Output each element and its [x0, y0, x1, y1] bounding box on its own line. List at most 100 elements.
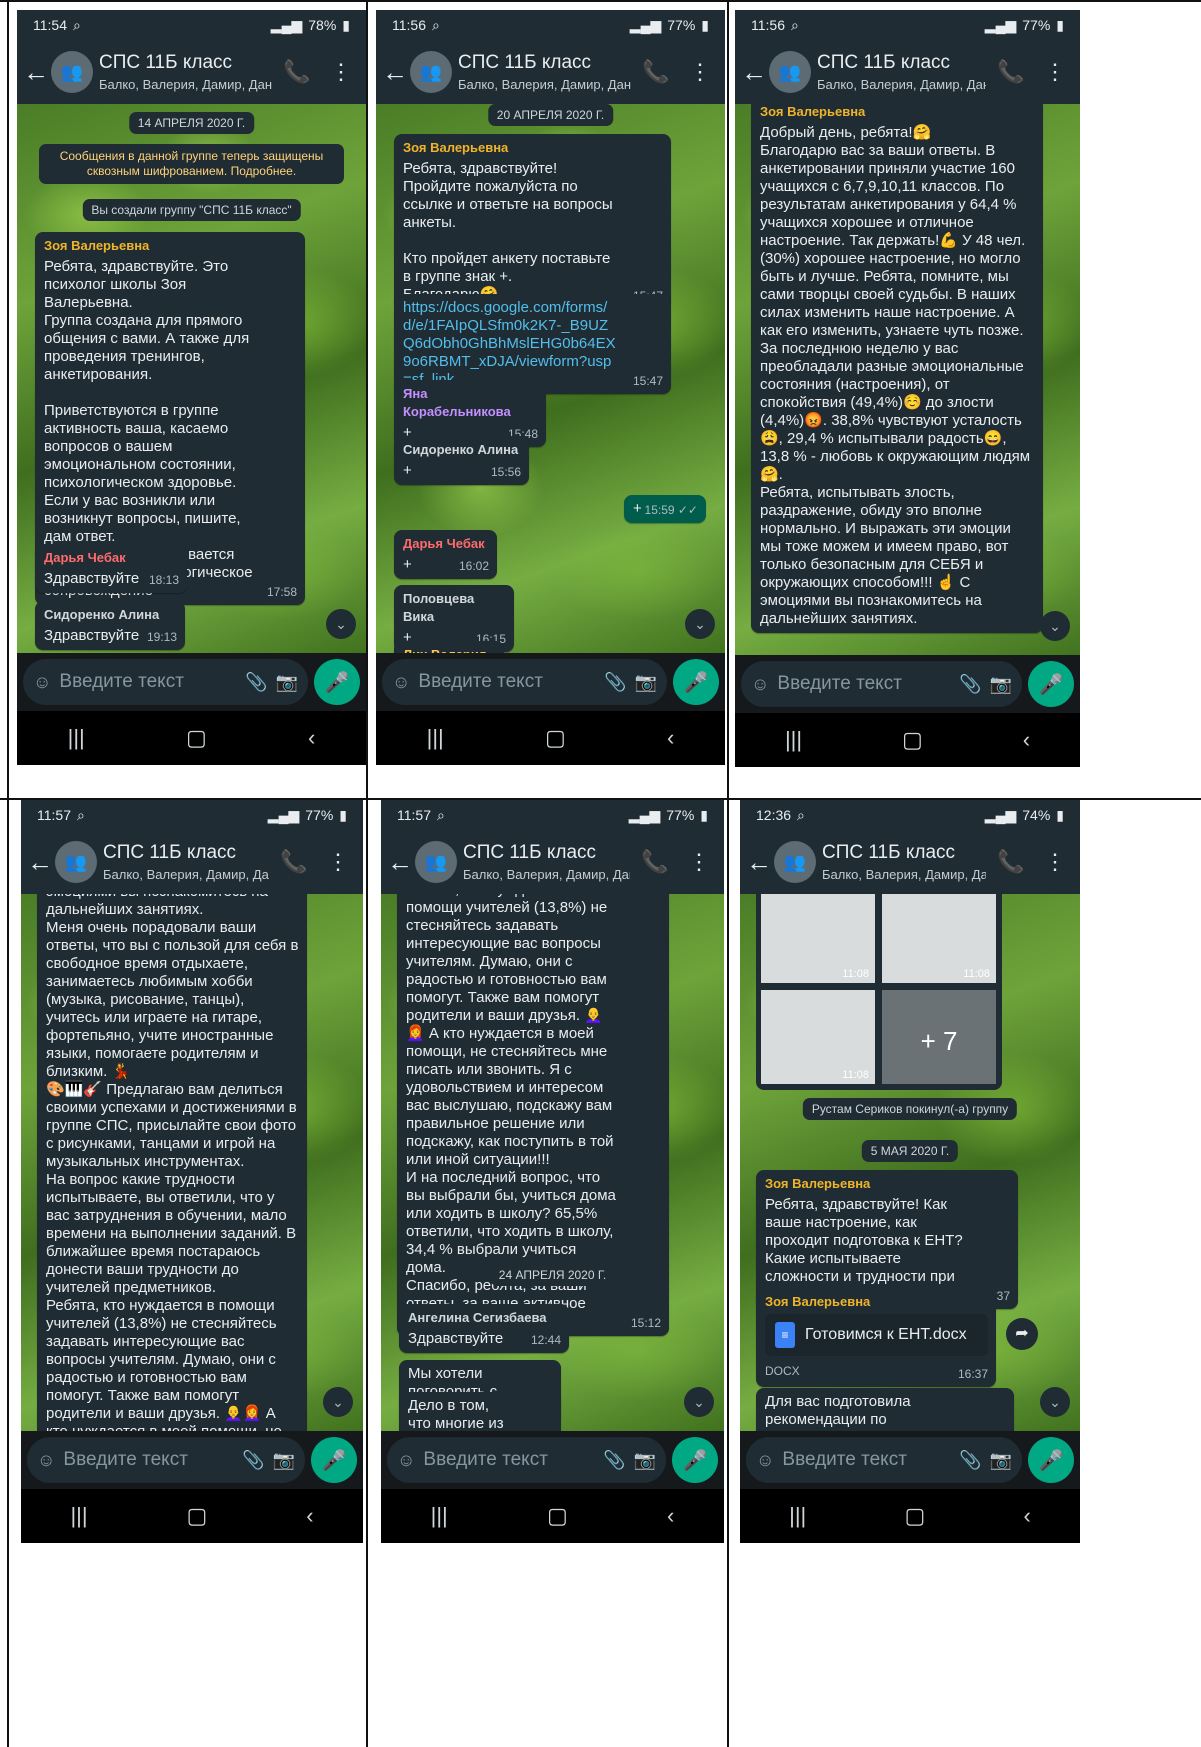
attach-icon[interactable]: 📎 — [604, 672, 626, 693]
group-avatar-icon[interactable]: 👥 — [415, 841, 457, 883]
back-arrow-icon[interactable]: ← — [741, 57, 767, 88]
encryption-notice[interactable]: Сообщения в данной группе теперь защищен… — [39, 144, 344, 184]
scroll-down-icon[interactable]: ⌄ — [323, 1387, 353, 1417]
sender-name[interactable]: Дарья Чебак — [403, 535, 489, 553]
sender-name[interactable]: Зоя Валерьевна — [765, 1293, 988, 1311]
chat-area[interactable]: 20 АПРЕЛЯ 2020 Г. Зоя Валерьевна Ребята, з… — [376, 104, 725, 653]
chat-area[interactable]: 11:08 11:08 11:08 + 7 Рустам Сериков покинул… — [740, 894, 1080, 1431]
sender-name[interactable]: Зоя Валерьевна — [44, 237, 297, 255]
nav-home-icon[interactable]: ▢ — [905, 1503, 926, 1529]
camera-icon[interactable]: 📷 — [990, 1450, 1012, 1471]
back-arrow-icon[interactable]: ← — [27, 847, 53, 878]
more-vert-icon[interactable]: ⋮ — [322, 59, 360, 85]
document-attachment[interactable]: ≡ Готовимся к ЕНТ.docx — [765, 1314, 988, 1356]
chat-area[interactable]: 14 АПРЕЛЯ 2020 Г. Сообщения в данной груп… — [17, 104, 366, 653]
camera-icon[interactable]: 📷 — [635, 672, 657, 693]
group-avatar-icon[interactable]: 👥 — [410, 51, 452, 93]
back-arrow-icon[interactable]: ← — [23, 57, 49, 88]
message-input[interactable]: ☺ Введите текст 📎 📷 — [27, 1437, 305, 1483]
group-avatar-icon[interactable]: 👥 — [51, 51, 93, 93]
photo-thumbnail[interactable]: 11:08 — [880, 894, 998, 985]
nav-back-icon[interactable]: ‹ — [306, 1503, 313, 1529]
message-bubble[interactable]: Зоя Валерьевна Добрый день, ребята!🤗 Благ… — [751, 104, 1043, 633]
message-bubble[interactable]: Дарья Чебак Здравствуйте 18:13 — [35, 544, 187, 593]
nav-recent-icon[interactable]: ||| — [427, 725, 444, 751]
scroll-down-icon[interactable]: ⌄ — [684, 1387, 714, 1417]
attach-icon[interactable]: 📎 — [242, 1450, 264, 1471]
more-vert-icon[interactable]: ⋮ — [1036, 59, 1074, 85]
sender-name[interactable]: Сидоренко Алина — [44, 606, 177, 624]
chat-area[interactable]: Ребята, кто нуждается в помощи учителей … — [381, 894, 724, 1431]
attach-icon[interactable]: 📎 — [603, 1450, 625, 1471]
mic-icon[interactable]: 🎤 — [673, 659, 719, 705]
photo-album[interactable]: 11:08 11:08 11:08 + 7 — [756, 894, 1002, 1090]
nav-recent-icon[interactable]: ||| — [68, 725, 85, 751]
message-bubble[interactable]: Зоя Валерьевна Ребята, здравствуйте! Прой… — [394, 134, 671, 309]
add-call-icon[interactable]: 📞 — [992, 849, 1030, 875]
attach-icon[interactable]: 📎 — [959, 1450, 981, 1471]
message-bubble[interactable]: Для вас подготовила рекомендации по подг… — [756, 1388, 1014, 1431]
mic-icon[interactable]: 🎤 — [314, 659, 360, 705]
add-call-icon[interactable]: 📞 — [636, 849, 674, 875]
photo-thumbnail[interactable]: + 7 — [880, 988, 998, 1086]
back-arrow-icon[interactable]: ← — [387, 847, 413, 878]
back-arrow-icon[interactable]: ← — [382, 57, 408, 88]
nav-back-icon[interactable]: ‹ — [667, 725, 674, 751]
sender-name[interactable]: Яна Корабельникова — [403, 385, 538, 421]
add-call-icon[interactable]: 📞 — [637, 59, 675, 85]
add-call-icon[interactable]: 📞 — [992, 59, 1030, 85]
nav-recent-icon[interactable]: ||| — [789, 1503, 806, 1529]
more-vert-icon[interactable]: ⋮ — [680, 849, 718, 875]
chat-info[interactable]: СПС 11Б класс Балко, Валерия, Дамир, Дан… — [822, 842, 986, 882]
message-input[interactable]: ☺ Введите текст 📎 📷 — [746, 1437, 1022, 1483]
emoji-icon[interactable]: ☺ — [756, 1450, 774, 1471]
mic-icon[interactable]: 🎤 — [1028, 661, 1074, 707]
back-arrow-icon[interactable]: ← — [746, 847, 772, 878]
emoji-icon[interactable]: ☺ — [751, 674, 769, 695]
sender-name[interactable]: Зоя Валерьевна — [765, 1175, 1010, 1193]
sender-name[interactable]: Половцева Вика — [403, 590, 506, 626]
camera-icon[interactable]: 📷 — [990, 674, 1012, 695]
scroll-down-icon[interactable]: ⌄ — [1040, 611, 1070, 641]
chat-info[interactable]: СПС 11Б класс Балко, Валерия, Дамир, Дан… — [463, 842, 630, 882]
nav-back-icon[interactable]: ‹ — [1023, 727, 1030, 753]
document-message[interactable]: Зоя Валерьевна ≡ Готовимся к ЕНТ.docx DOCX ➦… — [756, 1288, 1038, 1387]
sender-name[interactable]: Ангелина Сегизбаева — [408, 1309, 561, 1327]
message-bubble[interactable]: Дарья Чебак +16:02 — [394, 530, 497, 579]
sender-name[interactable]: Лих Валерия — [403, 646, 496, 653]
link-message[interactable]: https://docs.google.com/forms/d/e/1FAIpQ… — [394, 294, 671, 394]
nav-back-icon[interactable]: ‹ — [308, 725, 315, 751]
camera-icon[interactable]: 📷 — [634, 1450, 656, 1471]
scroll-down-icon[interactable]: ⌄ — [685, 609, 715, 639]
message-bubble[interactable]: Сидоренко Алина Здравствуйте 19:13 — [35, 601, 185, 650]
chat-area[interactable]: эмоциями вы познакомитесь на дальнейших … — [21, 894, 363, 1431]
group-avatar-icon[interactable]: 👥 — [55, 841, 97, 883]
sender-name[interactable]: Сидоренко Алина — [403, 441, 521, 459]
emoji-icon[interactable]: ☺ — [37, 1450, 55, 1471]
nav-back-icon[interactable]: ‹ — [667, 1503, 674, 1529]
message-input[interactable]: ☺ Введите текст 📎 📷 — [23, 659, 308, 705]
emoji-icon[interactable]: ☺ — [33, 672, 51, 693]
message-bubble[interactable]: Дело в том, что многие из нас упорно гот… — [399, 1392, 561, 1431]
message-link[interactable]: https://docs.google.com/forms/d/e/1FAIpQ… — [403, 299, 663, 389]
message-input[interactable]: ☺ Введите текст 📎 📷 — [382, 659, 667, 705]
sender-name[interactable]: Зоя Валерьевна — [760, 104, 1035, 121]
add-call-icon[interactable]: 📞 — [275, 849, 313, 875]
group-avatar-icon[interactable]: 👥 — [769, 51, 811, 93]
chat-info[interactable]: СПС 11Б класс Балко, Валерия, Дамир, Дан… — [103, 842, 269, 882]
mic-icon[interactable]: 🎤 — [672, 1437, 718, 1483]
more-vert-icon[interactable]: ⋮ — [681, 59, 719, 85]
add-call-icon[interactable]: 📞 — [278, 59, 316, 85]
nav-home-icon[interactable]: ▢ — [547, 1503, 568, 1529]
chat-info[interactable]: СПС 11Б класс Балко, Валерия, Дамир, Дан… — [458, 52, 631, 92]
message-bubble[interactable]: Лих Валерия — [394, 641, 504, 653]
nav-home-icon[interactable]: ▢ — [545, 725, 566, 751]
emoji-icon[interactable]: ☺ — [397, 1450, 415, 1471]
sender-name[interactable]: Дарья Чебак — [44, 549, 179, 567]
outgoing-message[interactable]: +15:59 ✓✓ — [624, 495, 706, 523]
nav-recent-icon[interactable]: ||| — [70, 1503, 87, 1529]
scroll-down-icon[interactable]: ⌄ — [326, 609, 356, 639]
message-input[interactable]: ☺ Введите текст 📎 📷 — [387, 1437, 666, 1483]
chat-info[interactable]: СПС 11Б класс Балко, Валерия, Дамир, Дан… — [99, 52, 272, 92]
scroll-down-icon[interactable]: ⌄ — [1040, 1387, 1070, 1417]
